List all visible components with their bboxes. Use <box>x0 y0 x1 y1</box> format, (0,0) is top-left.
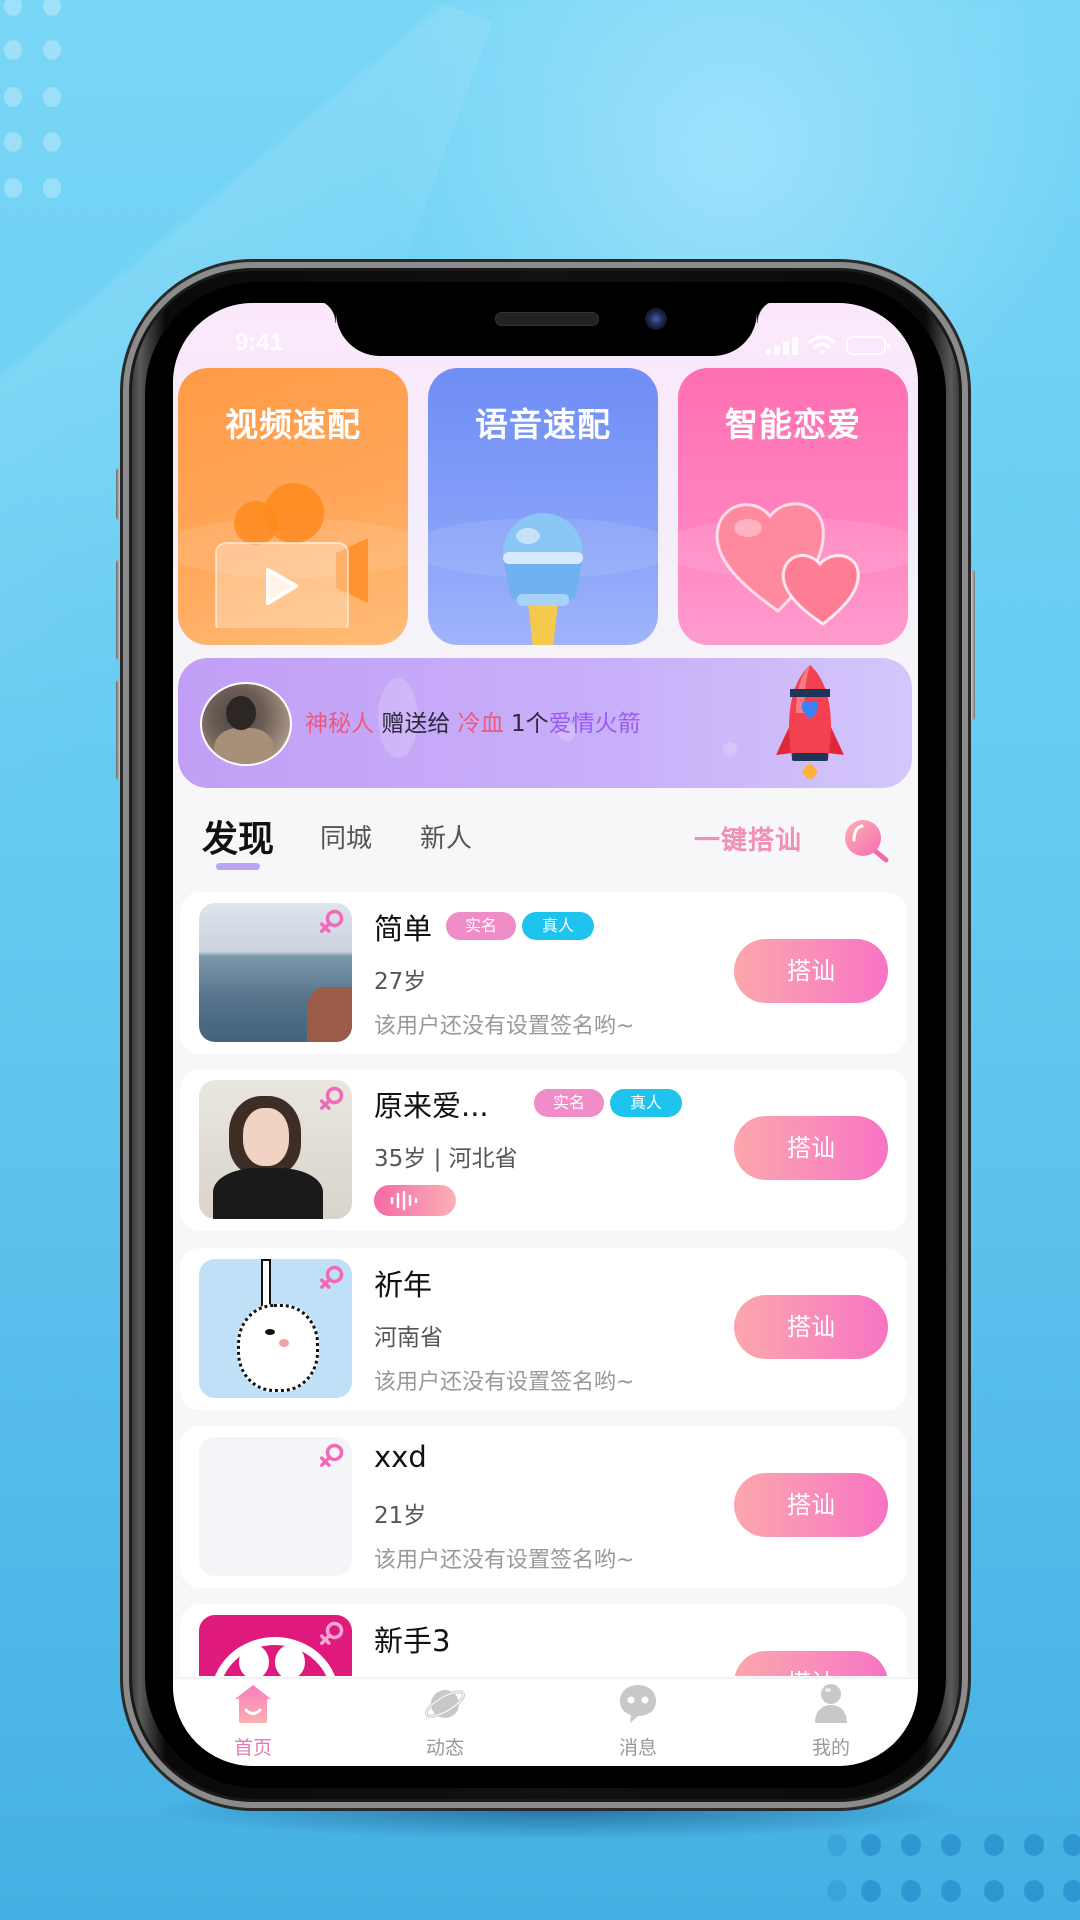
gift-message: 神秘人 赠送给 冷血 1个爱情火箭 <box>305 704 641 738</box>
user-card[interactable]: 祈年 河南省 该用户还没有设置签名哟~ 搭讪 <box>180 1248 907 1410</box>
real-person-badge: 真人 <box>610 1089 682 1117</box>
female-gender-icon <box>320 1265 344 1289</box>
female-gender-icon <box>320 1086 344 1110</box>
planet-icon <box>424 1690 466 1718</box>
user-card[interactable]: 新手3 搭讪 <box>180 1604 907 1676</box>
phone-notch <box>312 303 781 356</box>
gift-verb: 赠送给 <box>381 711 451 737</box>
home-icon <box>235 1685 271 1723</box>
gift-quantity: 1个 <box>510 711 549 737</box>
status-time: 9:41 <box>235 329 284 356</box>
nav-moments-label: 动态 <box>425 1737 464 1759</box>
hearts-icon <box>715 502 860 626</box>
chat-bubble-icon <box>620 1685 656 1723</box>
user-meta: 35岁 | 河北省 <box>374 1146 518 1172</box>
user-name: 祈年 <box>374 1268 433 1302</box>
user-avatar[interactable] <box>199 1259 352 1398</box>
discover-tabs: 发现 同城 新人 一键搭讪 <box>173 808 918 878</box>
user-avatar[interactable] <box>199 1080 352 1219</box>
real-person-badge: 真人 <box>522 912 594 940</box>
user-card[interactable]: 原来爱... 实名 真人 35岁 | 河北省 搭讪 <box>180 1069 907 1231</box>
speaker-grille <box>495 312 599 326</box>
user-name: 新手3 <box>374 1624 451 1658</box>
active-tab-indicator <box>216 863 260 870</box>
smart-love-card[interactable]: 智能恋爱 <box>678 368 908 645</box>
nav-profile[interactable]: 我的 <box>771 1683 891 1760</box>
gift-name: 爱情火箭 <box>548 711 641 737</box>
power-button <box>967 570 975 720</box>
front-camera <box>645 308 667 330</box>
video-match-card[interactable]: 视频速配 <box>178 368 408 645</box>
microphone-icon <box>503 513 583 645</box>
user-avatar[interactable] <box>199 903 352 1042</box>
person-icon <box>815 1684 847 1723</box>
signal-icon <box>765 337 798 355</box>
user-signature: 该用户还没有设置签名哟~ <box>374 1370 635 1395</box>
user-meta: 河南省 <box>374 1325 443 1351</box>
greet-button[interactable]: 搭讪 <box>734 1651 888 1676</box>
nav-home-label: 首页 <box>233 1737 272 1759</box>
nav-home[interactable]: 首页 <box>193 1683 313 1760</box>
voice-intro-button[interactable] <box>374 1185 456 1216</box>
user-name: 原来爱... <box>374 1089 489 1123</box>
voice-match-label: 语音速配 <box>475 405 611 444</box>
video-camera-icon <box>215 483 368 628</box>
app-screen: 9:41 视频速配 语音速配 智能恋爱 神秘人 赠送给 冷血 1个爱情火箭 发现… <box>173 303 918 1766</box>
sender-avatar[interactable] <box>200 682 292 766</box>
nav-profile-label: 我的 <box>811 1737 850 1759</box>
user-signature: 该用户还没有设置签名哟~ <box>374 1548 635 1573</box>
bottom-navigation: 首页 动态 消息 我的 <box>173 1678 918 1766</box>
status-icons <box>765 335 890 355</box>
user-card[interactable]: 简单 实名 真人 27岁 该用户还没有设置签名哟~ 搭讪 <box>180 892 907 1054</box>
user-card[interactable]: xxd 21岁 该用户还没有设置签名哟~ 搭讪 <box>180 1426 907 1588</box>
video-match-label: 视频速配 <box>225 405 361 444</box>
greet-button[interactable]: 搭讪 <box>734 939 888 1003</box>
greet-button[interactable]: 搭讪 <box>734 1473 888 1537</box>
user-signature: 该用户还没有设置签名哟~ <box>374 1014 635 1039</box>
rocket-icon <box>776 665 844 779</box>
user-avatar[interactable] <box>199 1437 352 1576</box>
recipient-name[interactable]: 冷血 <box>458 711 504 737</box>
greet-button[interactable]: 搭讪 <box>734 1295 888 1359</box>
one-click-chat-button[interactable]: 一键搭讪 <box>694 820 802 857</box>
female-gender-icon <box>320 1621 344 1645</box>
battery-icon <box>846 336 890 355</box>
user-meta: 21岁 <box>374 1503 427 1529</box>
nav-messages-label: 消息 <box>618 1737 657 1759</box>
nav-moments[interactable]: 动态 <box>385 1683 505 1760</box>
sender-name[interactable]: 神秘人 <box>305 711 374 737</box>
smart-love-label: 智能恋爱 <box>725 405 861 444</box>
user-name: xxd <box>374 1440 427 1474</box>
tab-discover[interactable]: 发现 <box>202 810 274 862</box>
tab-same-city[interactable]: 同城 <box>320 818 372 855</box>
gift-broadcast-banner[interactable]: 神秘人 赠送给 冷血 1个爱情火箭 <box>178 658 912 788</box>
user-meta: 27岁 <box>374 969 427 995</box>
female-gender-icon <box>320 909 344 933</box>
greet-button[interactable]: 搭讪 <box>734 1116 888 1180</box>
wifi-icon <box>808 335 836 354</box>
user-avatar[interactable] <box>199 1615 352 1676</box>
user-name: 简单 <box>374 912 433 946</box>
user-list: 简单 实名 真人 27岁 该用户还没有设置签名哟~ 搭讪 原来爱... 实名 真… <box>173 892 918 1676</box>
verified-name-badge: 实名 <box>534 1089 604 1117</box>
voice-match-card[interactable]: 语音速配 <box>428 368 658 645</box>
search-icon[interactable] <box>842 818 890 864</box>
verified-name-badge: 实名 <box>446 912 516 940</box>
nav-messages[interactable]: 消息 <box>578 1683 698 1760</box>
female-gender-icon <box>320 1443 344 1467</box>
audio-wave-icon <box>390 1190 418 1211</box>
tab-newcomers[interactable]: 新人 <box>420 818 472 855</box>
